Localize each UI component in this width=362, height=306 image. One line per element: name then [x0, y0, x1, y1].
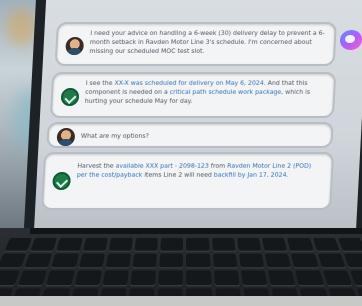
keyboard-key — [295, 270, 324, 286]
keyboard-key — [160, 238, 184, 251]
keyboard-key — [236, 238, 262, 251]
user-avatar-icon — [65, 37, 85, 55]
message-text-part: items Line 2 will need — [142, 172, 214, 179]
message-text-part: I see the — [85, 80, 115, 87]
keyboard-key — [349, 270, 362, 286]
desk-surface — [0, 296, 362, 306]
keyboard-key — [265, 253, 292, 268]
keyboard-key — [78, 253, 105, 268]
message-text: Harvest the available XXX part - 2098-12… — [77, 162, 324, 180]
message-text: I need your advice on handling a 6-week … — [89, 30, 325, 55]
user-avatar-icon — [56, 128, 76, 146]
checkmark-bot-icon — [60, 88, 80, 106]
keyboard-key — [317, 253, 346, 268]
keyboard-key — [82, 238, 108, 251]
keyboard-key — [212, 253, 238, 268]
keyboard-key — [102, 270, 129, 286]
keyboard-key — [132, 253, 158, 268]
keyboard-key — [262, 238, 288, 251]
keyboard-key — [105, 253, 132, 268]
chat-message-assistant: I see the XX-X was scheduled for deliver… — [49, 72, 337, 118]
keyboard-key — [108, 238, 134, 251]
background-blob — [6, 8, 36, 46]
message-link[interactable]: critical path schedule work package — [170, 89, 282, 96]
keyboard-key — [240, 270, 268, 286]
keyboard-key — [337, 238, 362, 251]
keyboard-key — [4, 238, 33, 251]
photo-scene: I need your advice on handling a 6-week … — [0, 0, 362, 306]
keyboard-key — [322, 270, 352, 286]
chat-message-user: I need your advice on handling a 6-week … — [54, 22, 337, 66]
keyboard-key — [213, 270, 240, 286]
keyboard-key — [159, 253, 184, 268]
keyboard-key — [291, 253, 319, 268]
keyboard-key — [287, 238, 314, 251]
checkmark-bot-icon — [52, 172, 72, 190]
keyboard-key — [0, 270, 21, 286]
keyboard-key — [56, 238, 83, 251]
keyboard-key — [186, 238, 210, 251]
message-link[interactable]: XX-X was scheduled for delivery on May 6… — [114, 80, 266, 87]
app-logo-icon[interactable] — [339, 30, 362, 50]
keyboard-key — [238, 253, 265, 268]
message-text: I see the XX-X was scheduled for deliver… — [85, 79, 326, 106]
keyboard-key — [343, 253, 362, 268]
keyboard-key — [158, 270, 184, 286]
keyboard-key — [268, 270, 296, 286]
laptop-screen: I need your advice on handling a 6-week … — [33, 0, 362, 232]
keyboard-key — [30, 238, 58, 251]
message-text: What are my options? — [80, 133, 150, 140]
keyboard-key — [46, 270, 75, 286]
keyboard-key — [130, 270, 157, 286]
chat-message-user: What are my options? — [46, 122, 334, 148]
keyboard-key — [74, 270, 102, 286]
message-link[interactable]: backfill by Jan 17, 2024. — [214, 172, 289, 179]
keyboard-key — [186, 253, 211, 268]
laptop-hinge — [30, 228, 362, 234]
keyboard-key — [211, 238, 236, 251]
keyboard-key — [51, 253, 79, 268]
message-text-part: from — [208, 163, 228, 170]
keyboard-key — [134, 238, 159, 251]
keyboard-key — [24, 253, 53, 268]
chat-message-assistant: Harvest the available XXX part - 2098-12… — [41, 152, 335, 210]
keyboard-key — [0, 253, 27, 268]
keyboard-key — [312, 238, 340, 251]
message-link[interactable]: available XXX part - 2098-123 — [115, 163, 209, 170]
message-text-part: Harvest the — [77, 163, 116, 170]
keyboard-key — [186, 270, 212, 286]
keyboard-key — [18, 270, 48, 286]
